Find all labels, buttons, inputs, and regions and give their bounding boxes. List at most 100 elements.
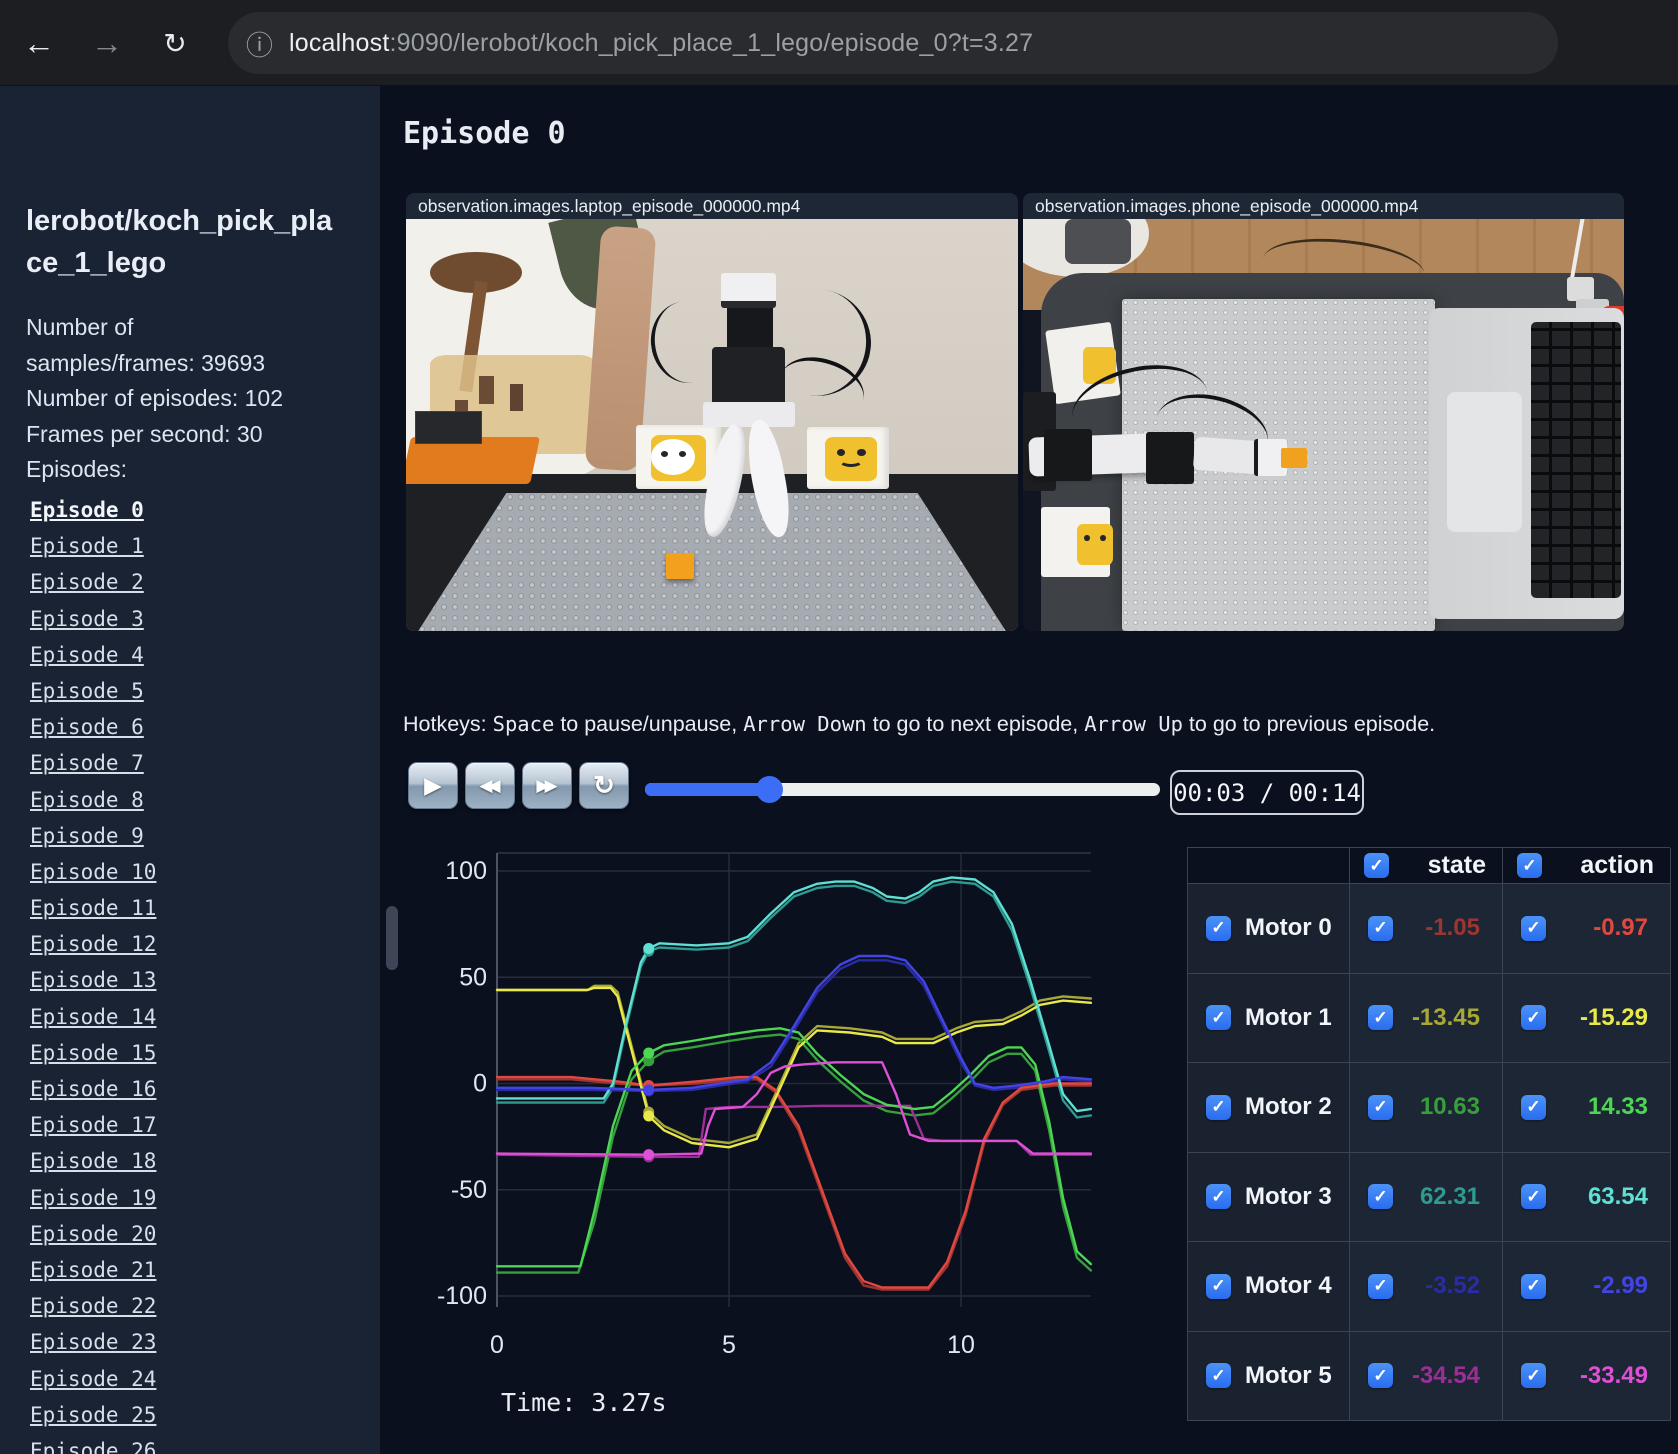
motor-4-action-checkbox[interactable]: ✓	[1521, 1273, 1546, 1299]
motor-1-action-checkbox[interactable]: ✓	[1521, 1005, 1546, 1031]
table-header-cell: ✓ state	[1350, 848, 1503, 884]
motor-row-name-cell: ✓ Motor 4	[1188, 1242, 1350, 1332]
robot-bracket	[702, 402, 795, 428]
motor-name: Motor 3	[1245, 1182, 1332, 1210]
episode-link[interactable]: Episode 16	[30, 1071, 360, 1107]
motor-action-value: -15.29	[1579, 1003, 1648, 1031]
robot-arm-segment	[1193, 437, 1262, 475]
robot-joint	[1044, 429, 1093, 481]
svg-text:100: 100	[445, 857, 487, 885]
motor-chart-svg: 100500-50-1000 5 10	[437, 852, 1093, 1359]
motor-4-row-checkbox[interactable]: ✓	[1206, 1273, 1231, 1299]
episode-link[interactable]: Episode 1	[30, 528, 360, 564]
table-corner-cell	[1188, 848, 1350, 884]
motor-0-state-checkbox[interactable]: ✓	[1368, 915, 1393, 941]
site-info-icon[interactable]: ⓘ	[246, 24, 273, 63]
motor-4-state-checkbox[interactable]: ✓	[1368, 1273, 1393, 1299]
episode-link-active[interactable]: Episode 0	[30, 492, 360, 528]
hotkey-key: Arrow Up	[1084, 712, 1183, 736]
laptop-trackpad	[1446, 392, 1522, 533]
scrollbar-thumb[interactable]	[386, 906, 398, 970]
motor-action-cell: ✓ -33.49	[1503, 1331, 1671, 1421]
motor-2-row-checkbox[interactable]: ✓	[1206, 1094, 1231, 1120]
lego-brick	[1281, 447, 1307, 469]
fast-forward-icon: ▶▶	[536, 775, 557, 795]
episode-link[interactable]: Episode 8	[30, 782, 360, 818]
episode-link[interactable]: Episode 26	[30, 1433, 360, 1454]
motor-5-action-checkbox[interactable]: ✓	[1521, 1363, 1546, 1389]
motor-action-value: 63.54	[1587, 1182, 1648, 1210]
play-icon: ▶	[424, 772, 442, 798]
motor-0-action-checkbox[interactable]: ✓	[1521, 915, 1546, 941]
episode-link[interactable]: Episode 13	[30, 962, 360, 998]
episode-link[interactable]: Episode 20	[30, 1216, 360, 1252]
episode-link[interactable]: Episode 6	[30, 709, 360, 745]
video-laptop-camera[interactable]: observation.images.laptop_episode_000000…	[406, 193, 1018, 631]
motor-5-state-checkbox[interactable]: ✓	[1368, 1363, 1393, 1389]
motor-0-row-checkbox[interactable]: ✓	[1206, 915, 1231, 941]
motor-state-cell: ✓ 10.63	[1350, 1063, 1503, 1153]
episode-link[interactable]: Episode 5	[30, 673, 360, 709]
video-label: observation.images.laptop_episode_000000…	[406, 193, 1018, 219]
motor-2-action-checkbox[interactable]: ✓	[1521, 1094, 1546, 1120]
episode-link[interactable]: Episode 2	[30, 564, 360, 600]
motor-state-cell: ✓ -1.05	[1350, 884, 1503, 974]
episode-link[interactable]: Episode 18	[30, 1143, 360, 1179]
motor-1-row-checkbox[interactable]: ✓	[1206, 1005, 1231, 1031]
fast-forward-button[interactable]: ▶▶	[522, 762, 572, 809]
episode-link[interactable]: Episode 22	[30, 1288, 360, 1324]
browser-back-icon[interactable]: ←	[16, 0, 62, 86]
rewind-button[interactable]: ◀◀	[465, 762, 515, 809]
episode-link[interactable]: Episode 7	[30, 745, 360, 781]
episode-link[interactable]: Episode 19	[30, 1180, 360, 1216]
action-column-checkbox[interactable]: ✓	[1517, 853, 1542, 878]
dataset-info-line: Number of episodes: 102	[26, 385, 283, 411]
episode-list: Episode 0 Episode 1 Episode 2 Episode 3 Epis…	[30, 492, 360, 1454]
address-bar[interactable]: ⓘ localhost:9090/lerobot/koch_pick_place…	[228, 12, 1558, 74]
play-button[interactable]: ▶	[408, 762, 458, 809]
browser-forward-icon[interactable]: →	[84, 0, 130, 86]
shirt-print	[479, 375, 495, 405]
motor-3-action-checkbox[interactable]: ✓	[1521, 1184, 1546, 1210]
table-header-cell: ✓ action	[1503, 848, 1671, 884]
dataset-info-line: samples/frames: 39693	[26, 349, 266, 376]
motor-state-value: -1.05	[1425, 914, 1480, 942]
episode-link[interactable]: Episode 10	[30, 854, 360, 890]
episode-link[interactable]: Episode 23	[30, 1324, 360, 1360]
motor-2-state-checkbox[interactable]: ✓	[1368, 1094, 1393, 1120]
cable-plug	[1566, 276, 1594, 302]
motor-state-cell: ✓ -13.45	[1350, 973, 1503, 1063]
episode-link[interactable]: Episode 25	[30, 1397, 360, 1433]
loop-button[interactable]: ↻	[579, 762, 629, 809]
episode-link[interactable]: Episode 11	[30, 890, 360, 926]
motor-5-row-checkbox[interactable]: ✓	[1206, 1363, 1231, 1389]
browser-reload-icon[interactable]: ↻	[152, 0, 198, 86]
motor-state-value: -3.52	[1425, 1272, 1480, 1300]
seek-slider-thumb[interactable]	[756, 776, 784, 803]
shirt-print	[510, 383, 524, 411]
motor-action-value: -2.99	[1593, 1272, 1648, 1300]
episode-link[interactable]: Episode 4	[30, 637, 360, 673]
episode-link[interactable]: Episode 17	[30, 1107, 360, 1143]
episode-link[interactable]: Episode 14	[30, 999, 360, 1035]
episode-link[interactable]: Episode 21	[30, 1252, 360, 1288]
motor-action-value: -0.97	[1593, 914, 1648, 942]
episode-link[interactable]: Episode 9	[30, 818, 360, 854]
episode-link[interactable]: Episode 24	[30, 1361, 360, 1397]
episode-link[interactable]: Episode 15	[30, 1035, 360, 1071]
motor-3-row-checkbox[interactable]: ✓	[1206, 1184, 1231, 1210]
video-phone-camera[interactable]: observation.images.phone_episode_000000.…	[1023, 193, 1624, 631]
state-column-checkbox[interactable]: ✓	[1364, 853, 1389, 878]
dataset-info: Number of samples/frames: 39693 Number of …	[26, 310, 356, 488]
video-frame-phone	[1023, 219, 1624, 631]
motor-state-value: -34.54	[1411, 1361, 1480, 1389]
episode-link[interactable]: Episode 12	[30, 926, 360, 962]
seek-slider[interactable]	[645, 776, 1160, 803]
episode-link[interactable]: Episode 3	[30, 601, 360, 637]
hotkey-key: Space	[492, 712, 555, 736]
motor-3-state-checkbox[interactable]: ✓	[1368, 1184, 1393, 1210]
dataset-info-line: Episodes:	[26, 456, 128, 482]
motor-state-cell: ✓ 62.31	[1350, 1152, 1503, 1242]
motor-name: Motor 4	[1245, 1272, 1332, 1300]
motor-1-state-checkbox[interactable]: ✓	[1368, 1005, 1393, 1031]
